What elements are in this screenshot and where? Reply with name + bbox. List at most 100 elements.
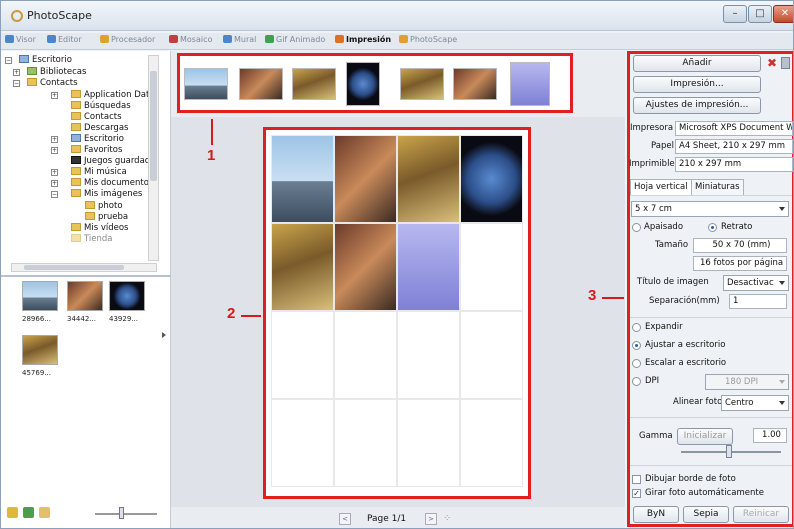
expand-radio[interactable] (632, 323, 641, 332)
fit-desktop-radio[interactable] (632, 341, 641, 350)
tab-hoja-vertical[interactable]: Hoja vertical (630, 179, 692, 195)
page-empty-cell[interactable] (460, 223, 523, 311)
expand-icon[interactable]: + (51, 180, 58, 187)
scale-desktop-radio[interactable] (632, 359, 641, 368)
tree-node-prueba[interactable]: prueba (85, 212, 128, 223)
page-empty-cell[interactable] (271, 399, 334, 487)
bw-button[interactable]: ByN (633, 506, 679, 523)
tab-mosaico[interactable]: Mosaico (169, 35, 212, 49)
folder-open-icon[interactable] (39, 507, 50, 518)
page-empty-cell[interactable] (334, 399, 397, 487)
collapse-icon[interactable]: − (51, 191, 58, 198)
thumbnail-earth[interactable] (109, 281, 145, 311)
tree-node-mis-documentos[interactable]: + Mis documento (51, 178, 149, 189)
landscape-radio[interactable] (632, 223, 641, 232)
trash-icon[interactable] (781, 57, 790, 69)
tab-visor[interactable]: Visor (5, 35, 36, 49)
maximize-button[interactable]: □ (748, 5, 772, 23)
tree-node-mis-videos[interactable]: Mis vídeos (71, 223, 128, 234)
slider-thumb[interactable] (119, 507, 124, 519)
tree-horizontal-scrollbar[interactable] (11, 263, 157, 272)
expand-icon[interactable]: + (51, 136, 58, 143)
expand-icon[interactable]: + (13, 69, 20, 76)
prev-page-button[interactable]: < (339, 513, 351, 525)
scroll-thumb[interactable] (150, 71, 157, 181)
gamma-slider-thumb[interactable] (726, 445, 732, 458)
tab-impresion[interactable]: Impresión (335, 35, 391, 49)
tab-procesador[interactable]: Procesador (100, 35, 155, 49)
tree-node-juegos[interactable]: Juegos guardac (71, 156, 149, 167)
strip-photo[interactable] (184, 68, 228, 100)
page-photo-cell[interactable] (271, 223, 334, 311)
draw-border-checkbox[interactable] (632, 475, 641, 484)
delete-icon[interactable]: ✖ (767, 56, 777, 70)
strip-photo[interactable] (400, 68, 444, 100)
splitter-arrow-icon[interactable] (162, 332, 166, 338)
dpi-radio[interactable] (632, 377, 641, 386)
tab-mural[interactable]: Mural (223, 35, 256, 49)
page-empty-cell[interactable] (334, 311, 397, 399)
expand-icon[interactable]: + (51, 147, 58, 154)
tree-node-mis-imagenes[interactable]: − Mis imágenes (51, 189, 142, 200)
panel-divider[interactable] (1, 275, 171, 277)
tab-photoscape[interactable]: PhotoScape (399, 35, 457, 49)
spacing-input[interactable]: 1 (729, 294, 787, 309)
thumbnail-subway[interactable] (67, 281, 103, 311)
gamma-reset-button[interactable]: Inicializar (677, 428, 733, 445)
tree-node-escritorio-sub[interactable]: + Escritorio (51, 134, 124, 145)
strip-photo[interactable] (346, 62, 380, 106)
star-icon[interactable] (7, 507, 18, 518)
add-button[interactable]: Añadir (633, 55, 761, 72)
options-icon[interactable]: ⁘ (443, 513, 455, 525)
tree-node-busquedas[interactable]: Búsquedas (71, 101, 131, 112)
page-photo-cell[interactable] (334, 223, 397, 311)
print-page[interactable] (263, 127, 531, 499)
page-photo-cell[interactable] (460, 135, 523, 223)
print-button[interactable]: Impresión... (633, 76, 761, 93)
tree-node-contacts-sub[interactable]: Contacts (71, 112, 122, 123)
expand-icon[interactable]: + (51, 92, 58, 99)
page-empty-cell[interactable] (460, 311, 523, 399)
strip-photo[interactable] (239, 68, 283, 100)
page-photo-cell[interactable] (397, 223, 460, 311)
align-photo-select[interactable]: Centro (721, 395, 789, 411)
sepia-button[interactable]: Sepia (683, 506, 729, 523)
strip-photo[interactable] (453, 68, 497, 100)
thumbnail-fountain[interactable] (22, 281, 58, 311)
minimize-button[interactable]: – (723, 5, 747, 23)
tab-miniaturas[interactable]: Miniaturas (691, 179, 744, 195)
expand-icon[interactable]: + (51, 169, 58, 176)
page-empty-cell[interactable] (397, 311, 460, 399)
strip-photo[interactable] (510, 62, 550, 106)
tree-node-escritorio[interactable]: − Escritorio (5, 55, 72, 66)
thumbnail-size-slider[interactable] (95, 513, 157, 515)
reset-button[interactable]: Reinicar (733, 506, 789, 523)
photo-size-select[interactable]: 5 x 7 cm (631, 201, 789, 217)
page-photo-cell[interactable] (397, 135, 460, 223)
portrait-radio[interactable] (708, 223, 717, 232)
tree-node-contacts[interactable]: − Contacts (13, 78, 78, 89)
page-photo-cell[interactable] (334, 135, 397, 223)
tree-node-tienda[interactable]: Tienda (71, 234, 113, 245)
page-empty-cell[interactable] (460, 399, 523, 487)
tree-vertical-scrollbar[interactable] (148, 55, 159, 261)
next-page-button[interactable]: > (425, 513, 437, 525)
auto-rotate-checkbox[interactable]: ✓ (632, 489, 641, 498)
tree-node-application-data[interactable]: + Application Dat (51, 90, 149, 101)
scroll-thumb[interactable] (24, 265, 124, 270)
strip-photo[interactable] (292, 68, 336, 100)
tree-node-mi-musica[interactable]: + Mi música (51, 167, 127, 178)
page-photo-cell[interactable] (271, 135, 334, 223)
tree-node-descargas[interactable]: Descargas (71, 123, 128, 134)
close-button[interactable]: ✕ (773, 5, 793, 23)
collapse-icon[interactable]: − (5, 57, 12, 64)
image-title-select[interactable]: Desactivac (723, 275, 789, 291)
collapse-icon[interactable]: − (13, 80, 20, 87)
tree-node-bibliotecas[interactable]: + Bibliotecas (13, 67, 86, 78)
refresh-icon[interactable] (23, 507, 34, 518)
print-settings-button[interactable]: Ajustes de impresión... (633, 97, 761, 114)
page-empty-cell[interactable] (271, 311, 334, 399)
tree-node-photo[interactable]: photo (85, 201, 123, 212)
tab-gif-animado[interactable]: Gif Animado (265, 35, 325, 49)
thumbnail-station[interactable] (22, 335, 58, 365)
